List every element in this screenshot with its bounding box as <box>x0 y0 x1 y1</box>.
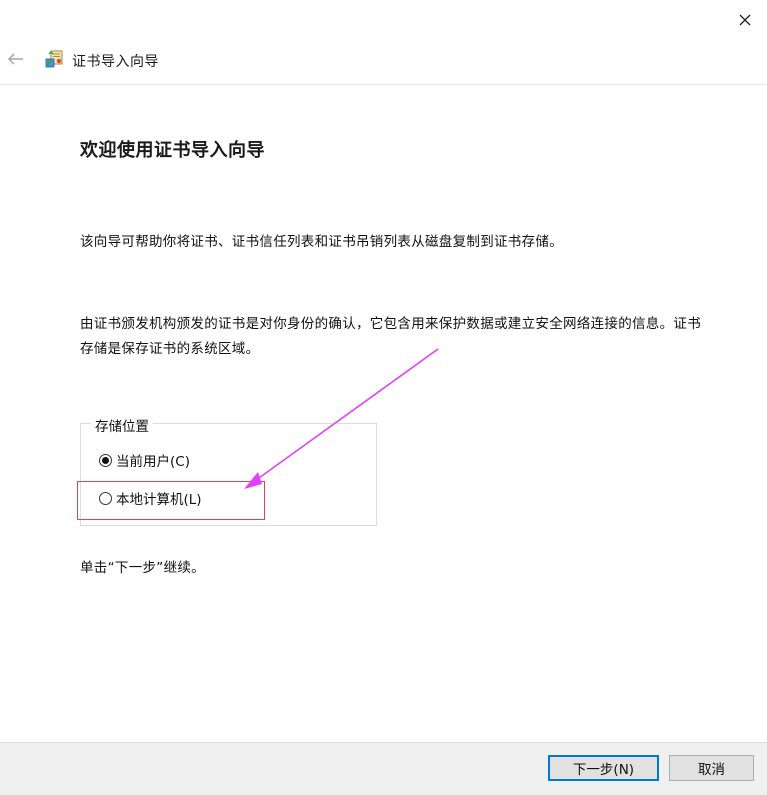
close-icon <box>739 14 751 26</box>
radio-current-user[interactable]: 当前用户(C) <box>99 450 190 470</box>
radio-current-user-label: 当前用户(C) <box>116 454 190 470</box>
certificate-wizard-icon <box>44 48 66 70</box>
back-button[interactable] <box>8 50 30 68</box>
radio-local-machine-label: 本地计算机(L) <box>116 492 202 508</box>
radio-local-machine[interactable]: 本地计算机(L) <box>99 488 202 508</box>
instruction-text: 单击“下一步”继续。 <box>80 560 205 576</box>
wizard-header: 证书导入向导 <box>0 42 767 85</box>
close-button[interactable] <box>733 9 757 31</box>
next-button[interactable]: 下一步(N) <box>548 755 659 781</box>
radio-selected-icon <box>99 453 112 467</box>
store-location-legend: 存储位置 <box>91 415 153 435</box>
wizard-footer: 下一步(N) 取消 <box>0 742 767 795</box>
description-paragraph-2: 由证书颁发机构颁发的证书是对你身份的确认，它包含用来保护数据或建立安全网络连接的… <box>80 316 701 357</box>
radio-unselected-icon <box>99 491 112 505</box>
store-location-group: 存储位置 当前用户(C) 本地计算机(L) <box>80 415 377 526</box>
description-paragraph-1: 该向导可帮助你将证书、证书信任列表和证书吊销列表从磁盘复制到证书存储。 <box>80 234 563 250</box>
arrow-left-icon <box>8 53 23 65</box>
page-title: 欢迎使用证书导入向导 <box>80 140 265 161</box>
header-title: 证书导入向导 <box>72 54 159 70</box>
annotation-arrow <box>244 348 439 489</box>
cancel-button[interactable]: 取消 <box>669 755 754 781</box>
